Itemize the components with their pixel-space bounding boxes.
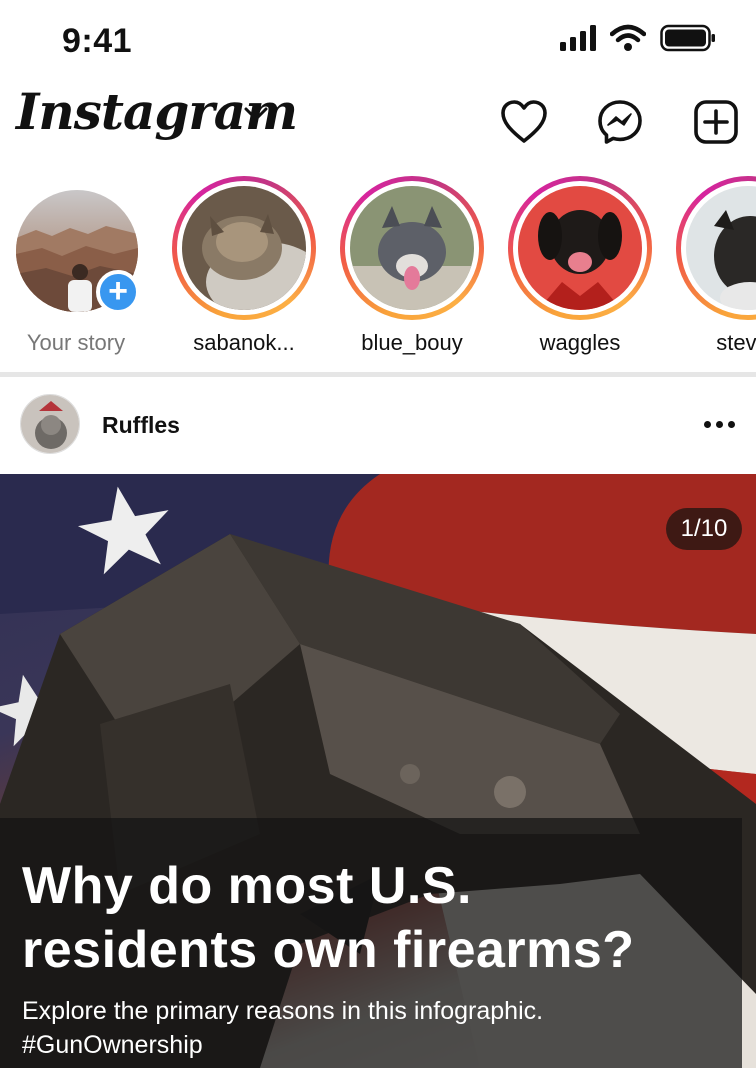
post-header: Ruffles bbox=[0, 380, 756, 472]
post-image[interactable]: 1/10 Why do most U.S. residents own fire… bbox=[0, 474, 756, 1068]
story-label: Your story bbox=[26, 330, 126, 355]
story-label: blue_bouy bbox=[361, 330, 463, 355]
caption-subtitle-line: Explore the primary reasons in this info… bbox=[22, 997, 544, 1025]
carousel-counter: 1/10 bbox=[666, 508, 742, 550]
status-time: 9:41 bbox=[62, 22, 133, 60]
story-blue-bouy[interactable]: blue_bouy bbox=[340, 176, 490, 366]
stories-tray: + Your story sabanok... blue_bouy waggle… bbox=[0, 176, 756, 368]
post-author-username[interactable]: Ruffles bbox=[102, 412, 180, 439]
status-icons bbox=[560, 24, 716, 52]
story-avatar-dog bbox=[350, 186, 474, 310]
more-options-icon[interactable] bbox=[696, 406, 742, 442]
status-bar: 9:41 bbox=[0, 0, 756, 80]
messenger-icon[interactable] bbox=[594, 96, 646, 148]
story-avatar-cat bbox=[182, 186, 306, 310]
stories-divider bbox=[0, 372, 756, 377]
story-label: sabanok... bbox=[193, 330, 295, 355]
app-header: Instagram bbox=[0, 80, 756, 164]
caption-title-line: residents own firearms? bbox=[22, 921, 635, 979]
story-your-story[interactable]: + Your story bbox=[2, 176, 152, 366]
story-avatar-black-dog bbox=[518, 186, 642, 310]
caption-title: Why do most U.S. residents own firearms? bbox=[22, 854, 742, 982]
heart-icon[interactable] bbox=[498, 96, 550, 148]
story-label: waggles bbox=[539, 330, 621, 355]
caption-title-line: Why do most U.S. bbox=[22, 857, 472, 915]
story-steve[interactable]: steve.l bbox=[676, 176, 756, 366]
new-post-icon[interactable] bbox=[690, 96, 742, 148]
caption-hashtag[interactable]: #GunOwnership bbox=[22, 1028, 742, 1062]
post-caption-overlay: Why do most U.S. residents own firearms?… bbox=[0, 818, 742, 1068]
post-author-avatar[interactable] bbox=[20, 394, 80, 454]
cellular-signal-icon bbox=[560, 25, 596, 51]
battery-icon bbox=[660, 24, 715, 52]
add-story-plus-icon[interactable]: + bbox=[96, 270, 140, 314]
story-waggles[interactable]: waggles bbox=[508, 176, 658, 366]
chevron-down-icon[interactable] bbox=[242, 104, 270, 124]
wifi-icon bbox=[610, 24, 646, 51]
caption-subtitle: Explore the primary reasons in this info… bbox=[22, 994, 742, 1062]
story-label: steve.l bbox=[716, 330, 756, 355]
story-sabanok[interactable]: sabanok... bbox=[172, 176, 322, 366]
